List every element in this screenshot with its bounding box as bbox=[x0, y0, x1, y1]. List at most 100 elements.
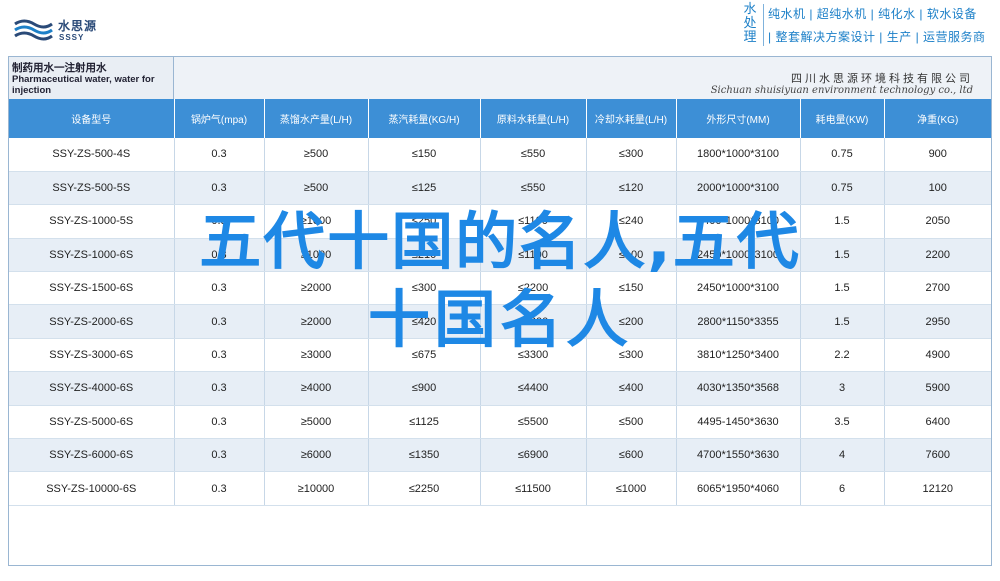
table-cell: ≤3300 bbox=[480, 338, 587, 373]
table-row: SSY-ZS-2000-6S 0.3 ≥2000 ≤420 ≤2200 ≤200 2800*… bbox=[9, 304, 991, 339]
page-header: 水思源 SSSY 水处理 纯水机 | 超纯水机 | 纯化水 | 软水设备 | 整… bbox=[0, 0, 1000, 56]
table-cell: ≤6900 bbox=[480, 438, 587, 473]
table-cell: 0.3 bbox=[174, 171, 265, 206]
table-cell: 12120 bbox=[884, 471, 991, 506]
table-cell: 4700*1550*3630 bbox=[676, 438, 801, 473]
table-cell: ≤300 bbox=[586, 138, 677, 172]
column-header: 冷却水耗量(L/H) bbox=[586, 99, 677, 138]
table-cell: 0.3 bbox=[174, 371, 265, 406]
table-cell: 2.2 bbox=[800, 338, 885, 373]
table-cell: ≤1350 bbox=[368, 438, 481, 473]
table-cell: 0.3 bbox=[174, 204, 265, 239]
table-cell: ≤675 bbox=[368, 338, 481, 373]
table-row: SSY-ZS-500-5S 0.3 ≥500 ≤125 ≤550 ≤120 2000*100… bbox=[9, 171, 991, 206]
table-cell: 7600 bbox=[884, 438, 991, 473]
table-cell: ≥10000 bbox=[264, 471, 369, 506]
table-cell: ≤250 bbox=[368, 204, 481, 239]
table-row: SSY-ZS-6000-6S 0.3 ≥6000 ≤1350 ≤6900 ≤600 4700… bbox=[9, 438, 991, 473]
table-cell: 0.3 bbox=[174, 271, 265, 306]
table-cell: 1.5 bbox=[800, 238, 885, 273]
table-cell: ≤300 bbox=[368, 271, 481, 306]
model-cell: SSY-ZS-6000-6S bbox=[9, 438, 175, 473]
table-cell: 0.75 bbox=[800, 138, 885, 172]
table-header-row: 设备型号 锅炉气(mpa) 蒸馏水产量(L/H) 蒸汽耗量(KG/H) 原料水耗… bbox=[9, 99, 991, 138]
model-cell: SSY-ZS-3000-6S bbox=[9, 338, 175, 373]
model-cell: SSY-ZS-4000-6S bbox=[9, 371, 175, 406]
model-cell: SSY-ZS-1000-6S bbox=[9, 238, 175, 273]
table-cell: ≤150 bbox=[586, 271, 677, 306]
brand-vertical-text: 水处理 bbox=[743, 1, 757, 44]
company-name-cn: 四川水思源环境科技有限公司 bbox=[791, 73, 973, 85]
table-row: SSY-ZS-1000-5S 0.3 ≥1000 ≤250 ≤1100 ≤240 2400*… bbox=[9, 204, 991, 239]
logo-subtitle: SSSY bbox=[59, 33, 85, 42]
table-cell: 6065*1950*4060 bbox=[676, 471, 801, 506]
table-cell: 4 bbox=[800, 438, 885, 473]
model-cell: SSY-ZS-500-4S bbox=[9, 138, 175, 172]
table-cell: 1800*1000*3100 bbox=[676, 138, 801, 172]
table-cell: ≥2000 bbox=[264, 271, 369, 306]
table-cell: ≤120 bbox=[586, 171, 677, 206]
table-cell: 5900 bbox=[884, 371, 991, 406]
table-cell: 0.3 bbox=[174, 304, 265, 339]
table-cell: ≤1100 bbox=[480, 238, 587, 273]
table-cell: ≤150 bbox=[368, 138, 481, 172]
model-cell: SSY-ZS-1500-6S bbox=[9, 271, 175, 306]
table-cell: 2200 bbox=[884, 238, 991, 273]
table-cell: 0.3 bbox=[174, 405, 265, 440]
table-cell: 2050 bbox=[884, 204, 991, 239]
table-cell: ≤300 bbox=[586, 338, 677, 373]
table-row: SSY-ZS-5000-6S 0.3 ≥5000 ≤1125 ≤5500 ≤500 4495… bbox=[9, 405, 991, 440]
table-cell: ≥5000 bbox=[264, 405, 369, 440]
spec-table-panel: 制药用水一注射用水 Pharmaceutical water, water fo… bbox=[8, 56, 992, 566]
table-row: SSY-ZS-1500-6S 0.3 ≥2000 ≤300 ≤2200 ≤150 2450*… bbox=[9, 271, 991, 306]
table-cell: 2450*1000*3100 bbox=[676, 271, 801, 306]
table-body: SSY-ZS-500-4S 0.3 ≥500 ≤150 ≤550 ≤300 1800*100… bbox=[9, 138, 991, 506]
table-cell: 2950 bbox=[884, 304, 991, 339]
model-cell: SSY-ZS-500-5S bbox=[9, 171, 175, 206]
table-cell: ≥1000 bbox=[264, 204, 369, 239]
table-cell: ≤1000 bbox=[586, 471, 677, 506]
table-cell: ≤500 bbox=[586, 405, 677, 440]
header-divider bbox=[763, 4, 764, 46]
table-cell: ≥4000 bbox=[264, 371, 369, 406]
table-cell: ≤2200 bbox=[480, 271, 587, 306]
model-cell: SSY-ZS-10000-6S bbox=[9, 471, 175, 506]
table-cell: ≤100 bbox=[586, 238, 677, 273]
table-cell: 0.75 bbox=[800, 171, 885, 206]
column-header: 蒸馏水产量(L/H) bbox=[264, 99, 369, 138]
table-cell: ≥1000 bbox=[264, 238, 369, 273]
table-cell: 0.3 bbox=[174, 338, 265, 373]
table-cell: 4900 bbox=[884, 338, 991, 373]
slogan-line-1: 纯水机 | 超纯水机 | 纯化水 | 软水设备 bbox=[768, 7, 977, 21]
table-cell: ≤5500 bbox=[480, 405, 587, 440]
spec-table: 设备型号 锅炉气(mpa) 蒸馏水产量(L/H) 蒸汽耗量(KG/H) 原料水耗… bbox=[9, 99, 991, 506]
table-row: SSY-ZS-4000-6S 0.3 ≥4000 ≤900 ≤4400 ≤400 4030*… bbox=[9, 371, 991, 406]
model-cell: SSY-ZS-5000-6S bbox=[9, 405, 175, 440]
table-cell: 2400*1000*3100 bbox=[676, 204, 801, 239]
table-cell: 2800*1150*3355 bbox=[676, 304, 801, 339]
column-header: 锅炉气(mpa) bbox=[174, 99, 265, 138]
table-cell: 1.5 bbox=[800, 204, 885, 239]
column-header: 原料水耗量(L/H) bbox=[480, 99, 587, 138]
table-row: SSY-ZS-10000-6S 0.3 ≥10000 ≤2250 ≤11500 ≤1000… bbox=[9, 471, 991, 506]
table-cell: ≤1125 bbox=[368, 405, 481, 440]
company-logo[interactable]: 水思源 SSSY bbox=[12, 14, 132, 48]
table-cell: ≥500 bbox=[264, 171, 369, 206]
table-cell: 6400 bbox=[884, 405, 991, 440]
table-cell: 6 bbox=[800, 471, 885, 506]
table-cell: ≤1100 bbox=[480, 204, 587, 239]
table-cell: 1.5 bbox=[800, 304, 885, 339]
table-cell: ≤600 bbox=[586, 438, 677, 473]
table-cell: ≥500 bbox=[264, 138, 369, 172]
column-header: 设备型号 bbox=[9, 99, 175, 138]
table-cell: ≤11500 bbox=[480, 471, 587, 506]
table-cell: 0.3 bbox=[174, 471, 265, 506]
table-cell: 2000*1000*3100 bbox=[676, 171, 801, 206]
table-cell: ≤240 bbox=[586, 204, 677, 239]
table-cell: ≤550 bbox=[480, 171, 587, 206]
table-cell: ≥6000 bbox=[264, 438, 369, 473]
table-cell: ≤200 bbox=[586, 304, 677, 339]
column-header: 净重(KG) bbox=[884, 99, 991, 138]
table-cell: 3810*1250*3400 bbox=[676, 338, 801, 373]
table-row: SSY-ZS-3000-6S 0.3 ≥3000 ≤675 ≤3300 ≤300 3810*… bbox=[9, 338, 991, 373]
